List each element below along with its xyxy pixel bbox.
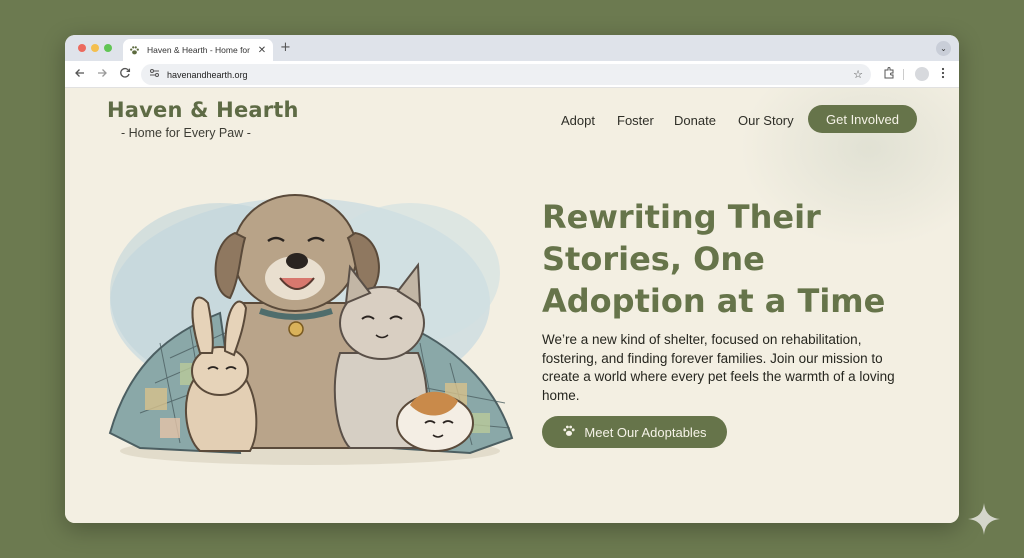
active-tab[interactable]: Haven & Hearth - Home for ✕ xyxy=(123,39,273,61)
paw-icon xyxy=(562,424,576,441)
nav-adopt[interactable]: Adopt xyxy=(561,113,595,128)
site-info-icon[interactable] xyxy=(149,68,160,81)
browser-toolbar: havenandhearth.org ☆ xyxy=(65,61,959,88)
nav-our-story[interactable]: Our Story xyxy=(738,113,794,128)
meet-adoptables-button[interactable]: Meet Our Adoptables xyxy=(542,416,727,448)
toolbar-divider xyxy=(903,69,904,80)
pets-illustration xyxy=(108,194,514,465)
sparkle-icon xyxy=(968,503,1000,535)
nav-foster[interactable]: Foster xyxy=(617,113,654,128)
maximize-window-button[interactable] xyxy=(104,44,112,52)
bookmark-star-icon[interactable]: ☆ xyxy=(853,68,863,81)
site-logo[interactable]: Haven & Hearth xyxy=(107,98,299,122)
meet-adoptables-label: Meet Our Adoptables xyxy=(584,424,707,440)
page-content: Haven & Hearth - Home for Every Paw - Ad… xyxy=(65,88,959,523)
reload-icon[interactable] xyxy=(118,67,132,83)
url-text: havenandhearth.org xyxy=(167,69,248,80)
tab-search-button[interactable]: ⌄ xyxy=(936,41,951,56)
nav-donate[interactable]: Donate xyxy=(674,113,716,128)
site-tagline: - Home for Every Paw - xyxy=(121,126,251,140)
close-window-button[interactable] xyxy=(78,44,86,52)
close-tab-icon[interactable]: ✕ xyxy=(257,45,267,56)
new-tab-button[interactable]: + xyxy=(280,41,291,55)
get-involved-button[interactable]: Get Involved xyxy=(808,105,917,133)
paw-favicon-icon xyxy=(129,45,140,56)
hero-intro: We’re a new kind of shelter, focused on … xyxy=(542,332,895,403)
forward-icon[interactable] xyxy=(95,67,109,83)
menu-kebab-icon[interactable] xyxy=(941,67,945,83)
tab-strip: Haven & Hearth - Home for ✕ + ⌄ xyxy=(65,35,959,61)
profile-icon[interactable] xyxy=(915,67,929,81)
browser-window: Haven & Hearth - Home for ✕ + ⌄ havenand… xyxy=(65,35,959,523)
tab-title: Haven & Hearth - Home for xyxy=(147,45,250,55)
hero-headline: Rewriting Their Stories, One Adoption at… xyxy=(542,198,886,320)
minimize-window-button[interactable] xyxy=(91,44,99,52)
extensions-icon[interactable] xyxy=(883,67,895,83)
address-bar[interactable]: havenandhearth.org ☆ xyxy=(141,64,871,85)
back-icon[interactable] xyxy=(73,67,87,83)
